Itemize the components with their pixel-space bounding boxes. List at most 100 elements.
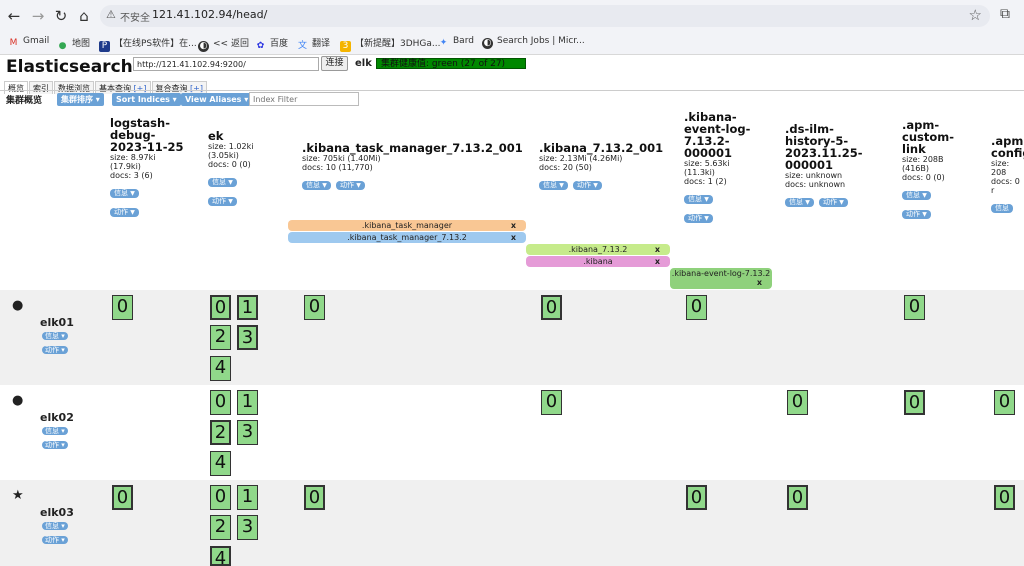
shard[interactable]: 1 bbox=[237, 390, 258, 415]
app-tabs: 概览 索引 数据浏览 基本查询 [+] 复合查询 [+] bbox=[4, 76, 208, 94]
extensions-icon[interactable]: ⧉ bbox=[1000, 6, 1010, 22]
bookmark-3dhga[interactable]: 3 【新提醒】3DHGa... bbox=[340, 36, 441, 52]
node-info-button[interactable]: 信息 ▾ bbox=[42, 427, 68, 435]
index-action-button[interactable]: 动作 ▼ bbox=[208, 197, 237, 206]
index-name: .apm-custom-link bbox=[902, 118, 955, 156]
sort-indices-button[interactable]: Sort Indices ▾ bbox=[112, 93, 181, 106]
alias-remove-icon[interactable]: x bbox=[655, 244, 660, 255]
back-icon[interactable]: ← bbox=[4, 6, 24, 26]
baidu-paw-icon: ✿ bbox=[256, 41, 265, 51]
shard[interactable]: 0 bbox=[904, 390, 925, 415]
alias-kibana-task-manager-7132[interactable]: .kibana_task_manager_7.13.2 x bbox=[288, 232, 526, 243]
shard[interactable]: 0 bbox=[210, 485, 231, 510]
node-action-button[interactable]: 动作 ▾ bbox=[42, 441, 68, 449]
shard[interactable]: 0 bbox=[304, 295, 325, 320]
address-url[interactable]: 121.41.102.94/head/ bbox=[152, 8, 267, 21]
bookmark-maps[interactable]: ● 地图 bbox=[57, 36, 90, 52]
globe-icon: ◐ bbox=[482, 38, 493, 49]
cluster-health-badge: 集群健康值: green (27 of 27) bbox=[376, 58, 526, 69]
index-header-logstash: logstash-debug- 2023-11-25 size: 8.97ki (… bbox=[110, 117, 184, 218]
shard[interactable]: 0 bbox=[541, 390, 562, 415]
shard[interactable]: 3 bbox=[237, 325, 258, 350]
alias-kibana[interactable]: .kibana x bbox=[526, 256, 670, 267]
alias-kibana-task-manager[interactable]: .kibana_task_manager x bbox=[288, 220, 526, 231]
connect-button[interactable]: 连接 bbox=[321, 56, 348, 71]
bookmark-baidu[interactable]: ✿ 百度 bbox=[255, 36, 288, 52]
app-title: Elasticsearch bbox=[6, 57, 133, 77]
index-action-button[interactable]: 动作 ▼ bbox=[818, 198, 848, 207]
bookmark-gmail[interactable]: M Gmail bbox=[8, 36, 50, 49]
index-header-task-manager: .kibana_task_manager_7.13.2_001 size: 70… bbox=[302, 142, 523, 191]
bookmark-star-icon[interactable]: ☆ bbox=[969, 6, 982, 24]
index-info-button[interactable]: 信息 ▼ bbox=[539, 181, 568, 190]
shard[interactable]: 2 bbox=[210, 325, 231, 350]
index-docs: docs: 10 (11,770) bbox=[302, 163, 373, 172]
index-info-button[interactable]: 信息 ▼ bbox=[208, 178, 237, 187]
node-info-button[interactable]: 信息 ▾ bbox=[42, 332, 68, 340]
alias-remove-icon[interactable]: x bbox=[511, 232, 516, 243]
index-docs: docs: 20 (50) bbox=[539, 163, 592, 172]
home-icon[interactable]: ⌂ bbox=[74, 6, 94, 26]
forum-icon: 3 bbox=[340, 41, 351, 52]
alias-kibana-event-log[interactable]: .kibana-event-log-7.13.2 x bbox=[670, 268, 772, 289]
shard[interactable]: 0 bbox=[686, 485, 707, 510]
index-name: .apm-config bbox=[991, 135, 1024, 160]
shard[interactable]: 4 bbox=[210, 451, 231, 476]
index-size-total: (17.9ki) bbox=[110, 162, 141, 171]
index-info-button[interactable]: 信息 bbox=[991, 204, 1013, 213]
index-action-button[interactable]: 动作 ▼ bbox=[110, 208, 139, 217]
index-size: size: 208B bbox=[902, 155, 944, 164]
index-info-button[interactable]: 信息 ▼ bbox=[684, 195, 713, 204]
reload-icon[interactable]: ↻ bbox=[51, 6, 71, 26]
index-action-button[interactable]: 动作 ▼ bbox=[335, 181, 365, 190]
shard[interactable]: 4 bbox=[210, 356, 231, 381]
shard[interactable]: 0 bbox=[210, 295, 231, 320]
shard[interactable]: 0 bbox=[541, 295, 562, 320]
alias-kibana-7132[interactable]: .kibana_7.13.2 x bbox=[526, 244, 670, 255]
index-info-button[interactable]: 信息 ▼ bbox=[110, 189, 139, 198]
node-name: elk01 bbox=[40, 316, 74, 329]
index-name: .kibana_task_manager_7.13.2_001 bbox=[302, 141, 523, 155]
shard[interactable]: 0 bbox=[787, 485, 808, 510]
node-action-button[interactable]: 动作 ▾ bbox=[42, 536, 68, 544]
cluster-url-input[interactable] bbox=[133, 57, 319, 71]
view-aliases-button[interactable]: View Aliases ▾ bbox=[181, 93, 253, 106]
shard[interactable]: 0 bbox=[787, 390, 808, 415]
shard[interactable]: 1 bbox=[237, 485, 258, 510]
shard[interactable]: 0 bbox=[112, 485, 133, 510]
shard[interactable]: 0 bbox=[210, 390, 231, 415]
shard[interactable]: 4 bbox=[210, 546, 231, 566]
alias-remove-icon[interactable]: x bbox=[757, 278, 762, 288]
index-filter-input[interactable] bbox=[249, 92, 359, 106]
sort-cluster-button[interactable]: 集群排序 ▾ bbox=[57, 93, 104, 106]
shard[interactable]: 0 bbox=[686, 295, 707, 320]
forward-icon[interactable]: → bbox=[28, 6, 48, 26]
index-action-button[interactable]: 动作 ▼ bbox=[902, 210, 931, 219]
node-action-button[interactable]: 动作 ▾ bbox=[42, 346, 68, 354]
shard[interactable]: 1 bbox=[237, 295, 258, 320]
alias-remove-icon[interactable]: x bbox=[655, 256, 660, 267]
alias-remove-icon[interactable]: x bbox=[511, 220, 516, 231]
index-action-button[interactable]: 动作 ▼ bbox=[572, 181, 602, 190]
bookmark-search-jobs[interactable]: ◐ Search Jobs | Micr... bbox=[482, 36, 585, 49]
node-info-button[interactable]: 信息 ▾ bbox=[42, 522, 68, 530]
index-info-button[interactable]: 信息 ▼ bbox=[902, 191, 931, 200]
bookmark-back[interactable]: ◐ << 返回 bbox=[198, 36, 249, 52]
shard[interactable]: 3 bbox=[237, 515, 258, 540]
bookmark-ps[interactable]: P 【在线PS软件】在... bbox=[99, 36, 197, 52]
shard[interactable]: 0 bbox=[994, 485, 1015, 510]
shard[interactable]: 2 bbox=[210, 515, 231, 540]
shard[interactable]: 3 bbox=[237, 420, 258, 445]
shard[interactable]: 0 bbox=[112, 295, 133, 320]
bookmark-translate[interactable]: 文翻译 bbox=[297, 36, 330, 52]
address-bar[interactable]: ⚠ 不安全 121.41.102.94/head/ ☆ bbox=[100, 5, 990, 27]
index-info-button[interactable]: 信息 ▼ bbox=[302, 181, 331, 190]
shard[interactable]: 0 bbox=[994, 390, 1015, 415]
index-action-button[interactable]: 动作 ▼ bbox=[684, 214, 713, 223]
bookmark-bard[interactable]: ✦ Bard bbox=[438, 36, 474, 49]
index-size: size: 8.97ki bbox=[110, 153, 156, 162]
shard[interactable]: 2 bbox=[210, 420, 231, 445]
index-info-button[interactable]: 信息 ▼ bbox=[785, 198, 814, 207]
shard[interactable]: 0 bbox=[304, 485, 325, 510]
shard[interactable]: 0 bbox=[904, 295, 925, 320]
